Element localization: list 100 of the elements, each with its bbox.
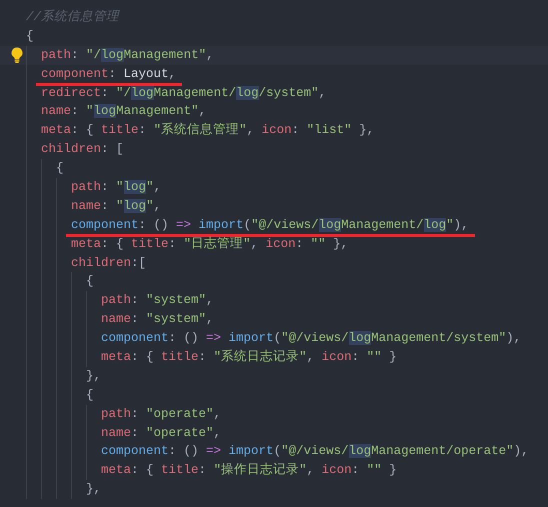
code-text: :[ <box>131 256 146 270</box>
code-text: : <box>101 198 110 213</box>
code-text: import <box>228 331 274 346</box>
code-text: }, <box>332 236 348 251</box>
code-text: Management/ <box>341 218 424 232</box>
code-text: "" <box>310 236 326 251</box>
code-text: , <box>206 312 214 326</box>
code-text: meta <box>41 123 72 138</box>
code-text: }, <box>86 368 102 383</box>
code-text: : <box>101 86 110 100</box>
code-text: , <box>206 48 214 62</box>
code-text: "@/views/ <box>281 331 349 346</box>
code-text: ), <box>454 218 469 232</box>
code-text: icon <box>322 463 352 478</box>
code-text: , <box>206 293 214 308</box>
code-comment: //系统信息管理 <box>26 10 120 24</box>
code-text: name <box>71 198 102 213</box>
code-text: ( <box>274 444 282 458</box>
code-text: children <box>41 142 102 156</box>
code-text: path <box>71 180 102 194</box>
code-text: meta <box>101 463 132 478</box>
code-text: " <box>146 180 154 194</box>
code-text: " <box>146 198 154 213</box>
code-text: path <box>101 406 132 421</box>
code-text: , <box>154 180 162 194</box>
code-text: " <box>116 180 124 194</box>
code-text: Management" <box>116 104 199 118</box>
code-text: "operate" <box>146 406 214 421</box>
highlighted-text: log <box>348 331 372 346</box>
code-text: icon <box>262 123 292 138</box>
code-text: " <box>86 104 94 118</box>
code-text: , <box>214 406 222 421</box>
code-text: : () <box>168 331 200 346</box>
code-text: , <box>306 350 316 364</box>
code-text: component <box>41 66 109 81</box>
code-text: => <box>206 331 222 346</box>
code-text: : <box>131 426 140 440</box>
highlighted-text: log <box>101 48 124 62</box>
code-text: : () <box>168 444 200 458</box>
code-text: name <box>101 312 132 326</box>
code-text: "系统信息管理" <box>154 123 247 138</box>
code-text: icon <box>322 350 352 364</box>
code-text: : <box>198 463 208 478</box>
code-text: , <box>246 123 256 138</box>
code-text: import <box>228 444 274 458</box>
code-text: : <box>101 180 110 194</box>
code-text: => <box>176 218 192 232</box>
code-text: path <box>41 48 72 62</box>
code-text: component <box>101 331 169 346</box>
code-text: , <box>168 66 176 81</box>
code-text: name <box>41 104 72 118</box>
code-text: meta <box>101 350 132 364</box>
code-text: : <box>352 350 360 364</box>
code-text: , <box>198 104 206 118</box>
code-text: ( <box>244 218 252 232</box>
code-text: : [ <box>101 142 124 156</box>
code-text: : { <box>71 123 95 138</box>
code-text: : <box>292 123 300 138</box>
code-text: } <box>388 350 397 364</box>
code-text: path <box>101 293 132 308</box>
code-text: "list" <box>306 123 352 138</box>
code-text: "/ <box>116 86 132 100</box>
code-text: : <box>131 406 140 421</box>
code-text: "system" <box>146 293 206 308</box>
code-text: : <box>296 236 304 251</box>
code-text: : <box>198 350 208 364</box>
code-text: , <box>154 198 162 213</box>
code-text: , <box>250 236 260 251</box>
code-text: "system" <box>146 312 206 326</box>
code-text: , <box>318 86 326 100</box>
code-text: redirect <box>41 86 102 100</box>
code-text: : <box>168 236 178 251</box>
code-text: Management/operate" <box>371 444 514 458</box>
code-text: ), <box>514 444 529 458</box>
code-text: , <box>214 426 222 440</box>
lightbulb-icon[interactable] <box>11 46 23 63</box>
code-text: children <box>71 256 132 270</box>
code-text: : <box>352 463 360 478</box>
code-text: Management/ <box>154 86 236 100</box>
code-text: Management" <box>124 48 206 62</box>
highlighted-text: log <box>124 180 146 194</box>
code-text: "@/views/ <box>251 218 319 232</box>
code-text: title <box>161 463 199 478</box>
code-text: icon <box>266 236 296 251</box>
code-text: title <box>131 236 169 251</box>
code-text: "日志管理" <box>184 236 251 251</box>
code-text: }, <box>86 482 102 496</box>
code-text: , <box>306 463 316 478</box>
code-text: : { <box>101 236 125 251</box>
code-text: => <box>206 444 222 458</box>
code-text: name <box>101 426 132 440</box>
code-text: "@/views/ <box>281 444 349 458</box>
code-text: } <box>388 463 397 478</box>
code-text: : <box>131 312 140 326</box>
highlighted-text: log <box>131 86 154 100</box>
code-text: import <box>198 218 244 232</box>
code-text: Management/system" <box>371 331 506 346</box>
code-text: "operate" <box>146 426 214 440</box>
code-text: /system" <box>258 86 319 100</box>
code-text: ), <box>506 331 522 346</box>
